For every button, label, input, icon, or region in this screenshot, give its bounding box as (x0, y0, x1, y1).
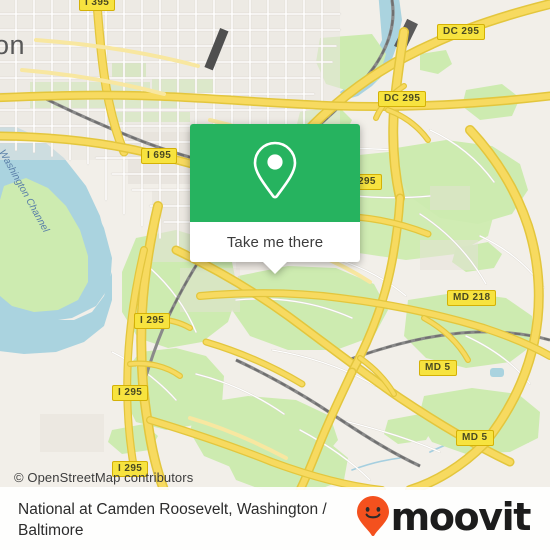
footer-bar: National at Camden Roosevelt, Washington… (0, 487, 550, 550)
take-me-there-label: Take me there (226, 233, 324, 251)
map-pin-icon (251, 140, 299, 207)
callout-tail (262, 261, 288, 274)
shield-dc-295-upper: DC 295 (437, 24, 486, 40)
shield-i-295-upper: I 295 (134, 313, 171, 329)
take-me-there-button[interactable]: Take me there (190, 222, 360, 262)
shield-md-5-upper: MD 5 (419, 360, 457, 376)
shield-dc-295-lower: DC 295 (378, 91, 427, 107)
osm-attribution[interactable]: © OpenStreetMap contributors (14, 470, 193, 485)
take-me-there-callout[interactable]: Take me there (190, 124, 360, 274)
moovit-smiley-pin-icon (356, 495, 390, 542)
map-canvas[interactable]: .water { fill:#aad3df; } .park { fill:#c… (0, 0, 550, 490)
shield-i-295-mid: I 295 (112, 385, 149, 401)
shield-i-695: I 695 (141, 148, 178, 164)
moovit-logo[interactable]: moovit (356, 494, 532, 542)
callout-pin-area (190, 124, 360, 222)
shield-md-218: MD 218 (447, 290, 497, 306)
shield-i-395: I 395 (79, 0, 116, 11)
shield-md-5-lower: MD 5 (456, 430, 494, 446)
map-share-screen: .water { fill:#aad3df; } .park { fill:#c… (0, 0, 550, 550)
moovit-wordmark: moovit (390, 494, 532, 539)
place-title: National at Camden Roosevelt, Washington… (18, 500, 327, 539)
